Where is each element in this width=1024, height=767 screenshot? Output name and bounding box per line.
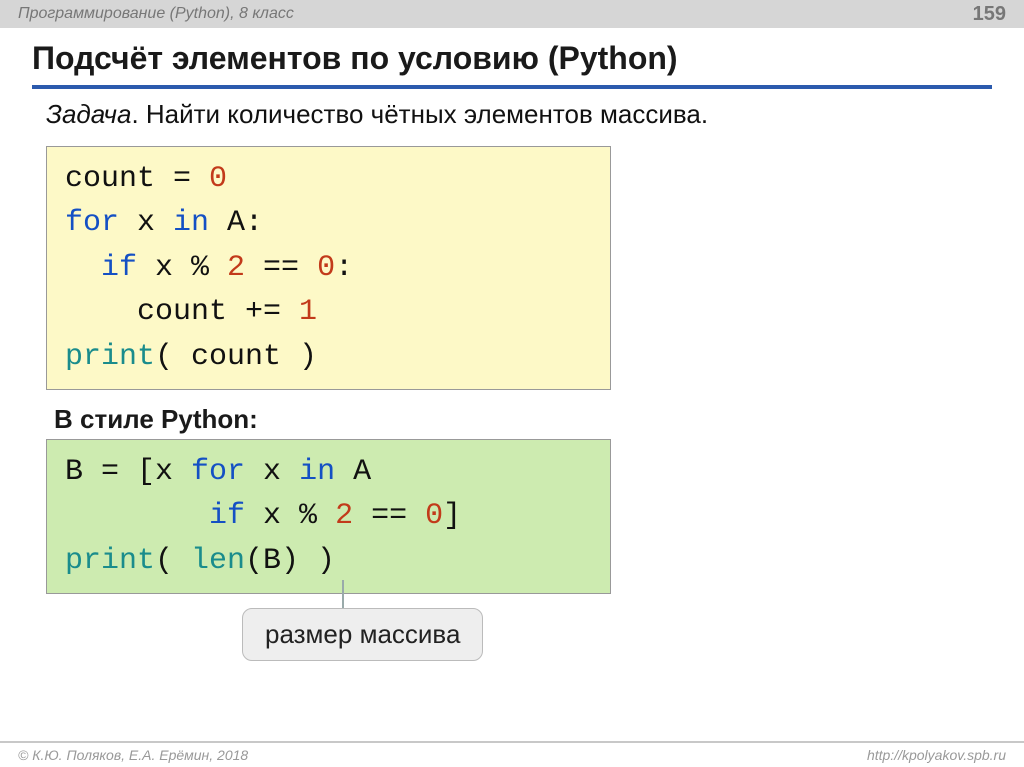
page-number: 159 <box>973 3 1006 26</box>
code-line: print( count ) <box>65 335 592 379</box>
copyright: © К.Ю. Поляков, Е.А. Ерёмин, 2018 <box>18 747 248 763</box>
slide-title: Подсчёт элементов по условию (Python) <box>32 40 992 89</box>
callout-label: размер массива <box>242 608 483 661</box>
code-line: B = [x for x in A <box>65 450 592 494</box>
footer-url: http://kpolyakov.spb.ru <box>867 747 1006 763</box>
code-line: if x % 2 == 0: <box>65 246 592 290</box>
code-line: if x % 2 == 0] <box>65 494 592 538</box>
slide-header: Программирование (Python), 8 класс 159 <box>0 0 1024 28</box>
code-line: count += 1 <box>65 290 592 334</box>
task-label: Задача <box>46 99 131 129</box>
task-text: . Найти количество чётных элементов масс… <box>131 99 708 129</box>
slide-body: Подсчёт элементов по условию (Python) За… <box>0 28 1024 661</box>
code-line: print( len(B) ) <box>65 539 592 583</box>
course-title: Программирование (Python), 8 класс <box>18 5 294 23</box>
callout-wrap: размер массива <box>242 608 992 661</box>
callout-connector <box>342 580 344 608</box>
code-line: count = 0 <box>65 157 592 201</box>
task-statement: Задача. Найти количество чётных элементо… <box>46 99 992 130</box>
code-block-pythonic: B = [x for x in A if x % 2 == 0] print( … <box>46 439 611 594</box>
python-style-heading: В стиле Python: <box>54 404 992 435</box>
slide-footer: © К.Ю. Поляков, Е.А. Ерёмин, 2018 http:/… <box>0 741 1024 767</box>
code-block-traditional: count = 0 for x in A: if x % 2 == 0: cou… <box>46 146 611 390</box>
code-line: for x in A: <box>65 201 592 245</box>
